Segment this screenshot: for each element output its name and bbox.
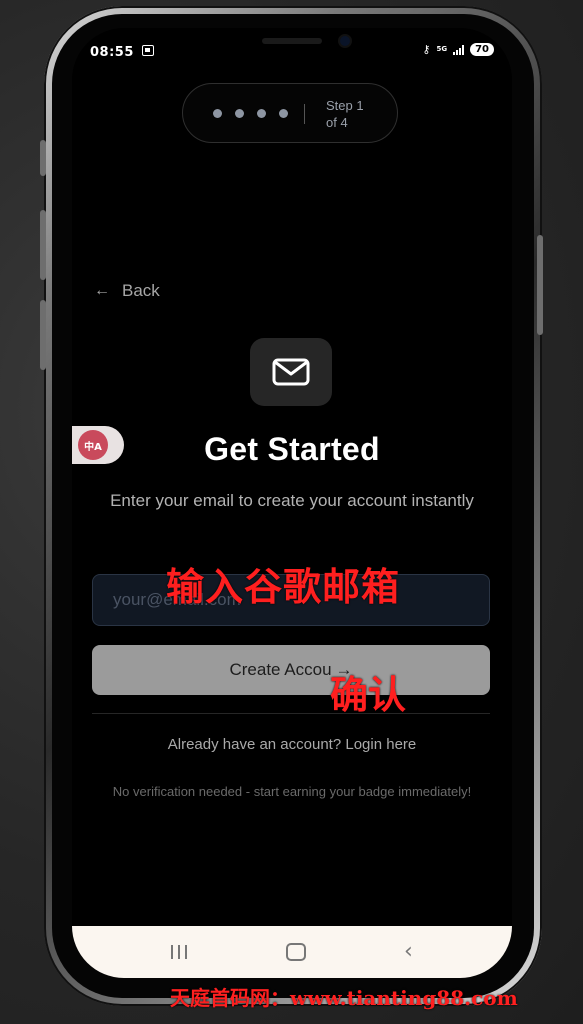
step-indicator: Step 1 of 4 bbox=[182, 83, 398, 143]
home-icon[interactable] bbox=[285, 943, 306, 961]
step-dot bbox=[213, 109, 222, 118]
page-title: Get Started bbox=[204, 431, 380, 467]
create-account-label: Create Accou bbox=[229, 660, 332, 679]
recents-icon[interactable] bbox=[171, 945, 188, 959]
power-button bbox=[537, 235, 543, 335]
mail-icon bbox=[272, 358, 310, 386]
phone-screen: 08:55 ⚷ 5G 70 Step 1 of 4 ← Back Get Sta… bbox=[72, 28, 512, 978]
system-nav-bar: ‹ bbox=[72, 926, 512, 978]
front-camera bbox=[340, 36, 350, 46]
signal-icon bbox=[453, 44, 465, 55]
screenshot-icon bbox=[142, 45, 154, 56]
volume-button-3 bbox=[40, 300, 46, 370]
watermark: 天庭首码网：www.tianting88.com bbox=[170, 986, 518, 1010]
login-link[interactable]: Already have an account? Login here bbox=[72, 736, 512, 753]
divider bbox=[92, 713, 490, 714]
back-button[interactable]: ← Back bbox=[94, 281, 160, 301]
step-label-line1: Step 1 bbox=[326, 98, 364, 113]
battery-icon: 70 bbox=[470, 43, 494, 56]
annotation-confirm: 确认 bbox=[330, 673, 407, 717]
back-label: Back bbox=[122, 281, 160, 300]
vpn-key-icon: ⚷ bbox=[422, 43, 431, 56]
volume-button-1 bbox=[40, 140, 46, 176]
status-icons: ⚷ 5G 70 bbox=[422, 43, 494, 56]
volume-button-2 bbox=[40, 210, 46, 280]
network-type-icon: 5G bbox=[436, 45, 448, 53]
status-bar: 08:55 ⚷ 5G 70 bbox=[72, 28, 512, 76]
step-label: Step 1 of 4 bbox=[326, 97, 386, 131]
page-subtitle: Enter your email to create your account … bbox=[110, 491, 474, 510]
step-divider bbox=[304, 104, 305, 124]
stage: 08:55 ⚷ 5G 70 Step 1 of 4 ← Back Get Sta… bbox=[0, 0, 583, 1024]
create-account-button[interactable]: Create Accou → bbox=[92, 645, 490, 695]
step-dot bbox=[235, 109, 244, 118]
translate-bubble[interactable]: 中A bbox=[72, 426, 124, 464]
step-dot bbox=[279, 109, 288, 118]
step-dot bbox=[257, 109, 266, 118]
verification-note: No verification needed - start earning y… bbox=[112, 784, 472, 799]
status-time: 08:55 bbox=[90, 45, 134, 60]
translate-icon: 中A bbox=[78, 430, 108, 460]
step-dots bbox=[213, 109, 288, 118]
step-label-line2: of 4 bbox=[326, 115, 348, 130]
annotation-enter-email: 输入谷歌邮箱 bbox=[166, 565, 401, 609]
nav-back-icon[interactable]: ‹ bbox=[404, 941, 413, 963]
mail-tile bbox=[250, 338, 332, 406]
back-arrow-icon: ← bbox=[94, 282, 110, 299]
earpiece bbox=[262, 38, 322, 44]
